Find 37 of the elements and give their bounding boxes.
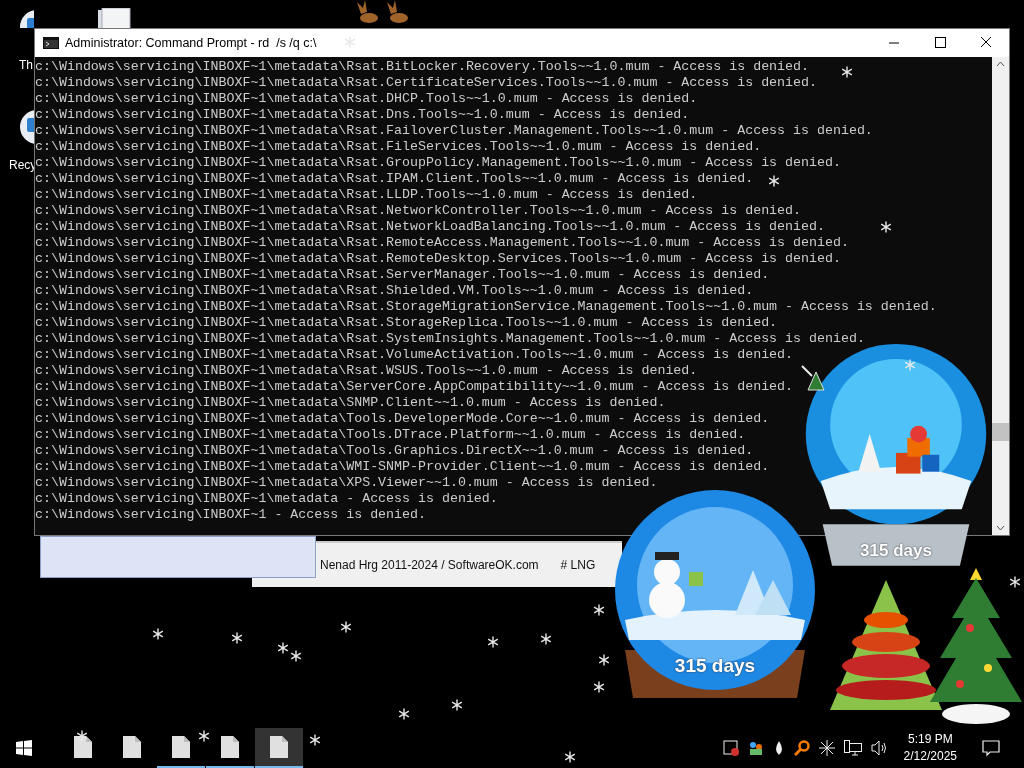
console-line: c:\Windows\servicing\INBOXF~1\metadata\SNMP.Client~~1.0.mum - Access is denied. [35,395,666,411]
console-line: c:\Windows\servicing\INBOXF~1\metadata\Tools.DeveloperMode.Core~~1.0.mum - Access is denied. [35,411,770,427]
console-line: c:\Windows\servicing\INBOXF~1\metadata\Rsat.StorageReplica.Tools~~1.0.mum - Access is denied. [35,315,778,331]
console-line: c:\Windows\servicing\INBOXF~1\metadata\Rsat.WSUS.Tools~~1.0.mum - Access is denied. [35,363,698,379]
window-title: Administrator: Command Prompt - rd /s /q c:\ [65,36,317,50]
console-line: c:\Windows\servicing\INBOXF~1\metadata\Rsat.StorageMigrationService.Management.Tools~~1.0.mum - Access is denied. [35,299,937,315]
console-line: c:\Windows\servicing\INBOXF~1\metadata\Rsat.RemoteAccess.Management.Tools~~1.0.mum - Access is denied. [35,235,849,251]
console-line: c:\Windows\servicing\INBOXF~1\metadata\Rsat.LLDP.Tools~~1.0.mum - Access is denied. [35,187,698,203]
clock-date[interactable]: 2/12/2025 [903,748,957,765]
console-line: c:\Windows\servicing\INBOXF~1\metadata\Rsat.Dns.Tools~~1.0.mum - Access is denied. [35,107,690,123]
console-line: c:\Windows\servicing\INBOXF~1\metadata\Rsat.ServerManager.Tools~~1.0.mum - Access is denied. [35,267,770,283]
console-line: c:\Windows\servicing\INBOXF~1\metadata\Rsat.IPAM.Client.Tools~~1.0.mum - Access is denied. [35,171,754,187]
console-line: c:\Windows\servicing\INBOXF~1\metadata\Rsat.NetworkLoadBalancing.Tools~~1.0.mum - Access is denied. [35,219,825,235]
console-line: c:\Windows\servicing\INBOXF~1\metadata\Rsat.FailoverCluster.Management.Tools~~1.0.mum - Access is denied. [35,123,873,139]
clock-time[interactable]: 5:19 PM [907,731,953,748]
console-line: c:\Windows\servicing\INBOXF~1\metadata\WMI-SNMP-Provider.Client~~1.0.mum - Access is denied. [35,459,770,475]
console-line: c:\Windows\servicing\INBOXF~1\metadata - Access is denied. [35,491,498,507]
desktop-icon-label[interactable]: Th [19,58,33,72]
language-label[interactable]: # LNG [560,558,596,572]
console-line: c:\Windows\servicing\INBOXF~1\metadata\Tools.DTrace.Platform~~1.0.mum - Access is denied. [35,427,746,443]
console-line: c:\Windows\servicing\INBOXF~1\metadata\Rsat.VolumeActivation.Tools~~1.0.mum - Access is denied. [35,347,794,363]
console-line: c:\Windows\servicing\INBOXF~1\metadata\Rsat.RemoteDesktop.Services.Tools~~1.0.mum - Access is denied. [35,251,841,267]
console-line: c:\Windows\servicing\INBOXF~1\metadata\Rsat.NetworkController.Tools~~1.0.mum - Access is denied. [35,203,802,219]
console-line: c:\Windows\servicing\INBOXF~1\metadata\Tools.Graphics.DirectX~~1.0.mum - Access is denied. [35,443,754,459]
console-line: c:\Windows\servicing\INBOXF~1 - Access is denied. [35,507,426,523]
console-line: c:\Windows\servicing\INBOXF~1\metadata\ServerCore.AppCompatibility~~1.0.mum - Access is denied. [35,379,794,395]
console-line: c:\Windows\servicing\INBOXF~1\metadata\Rsat.DHCP.Tools~~1.0.mum - Access is denied. [35,91,698,107]
console-line: c:\Windows\servicing\INBOXF~1\metadata\Rsat.CertificateServices.Tools~~1.0.mum - Access is denied. [35,75,817,91]
console-line: c:\Windows\servicing\INBOXF~1\metadata\Rsat.Shielded.VM.Tools~~1.0.mum - Access is denied. [35,283,754,299]
console-line: c:\Windows\servicing\INBOXF~1\metadata\XPS.Viewer~~1.0.mum - Access is denied. [35,475,658,491]
globe-caption: 315 days [859,541,933,561]
globe-caption: 315 days [673,655,757,677]
status-text: Nenad Hrg 2011-2024 / SoftwareOK.com [320,558,539,572]
console-line: c:\Windows\servicing\INBOXF~1\metadata\Rsat.BitLocker.Recovery.Tools~~1.0.mum - Access is denied. [35,59,809,75]
console-line: c:\Windows\servicing\INBOXF~1\metadata\Rsat.FileServices.Tools~~1.0.mum - Access is denied. [35,139,762,155]
console-line: c:\Windows\servicing\INBOXF~1\metadata\Rsat.GroupPolicy.Management.Tools~~1.0.mum - Access is denied. [35,155,841,171]
console-line: c:\Windows\servicing\INBOXF~1\metadata\Rsat.SystemInsights.Management.Tools~~1.0.mum - Access is denied. [35,331,865,347]
